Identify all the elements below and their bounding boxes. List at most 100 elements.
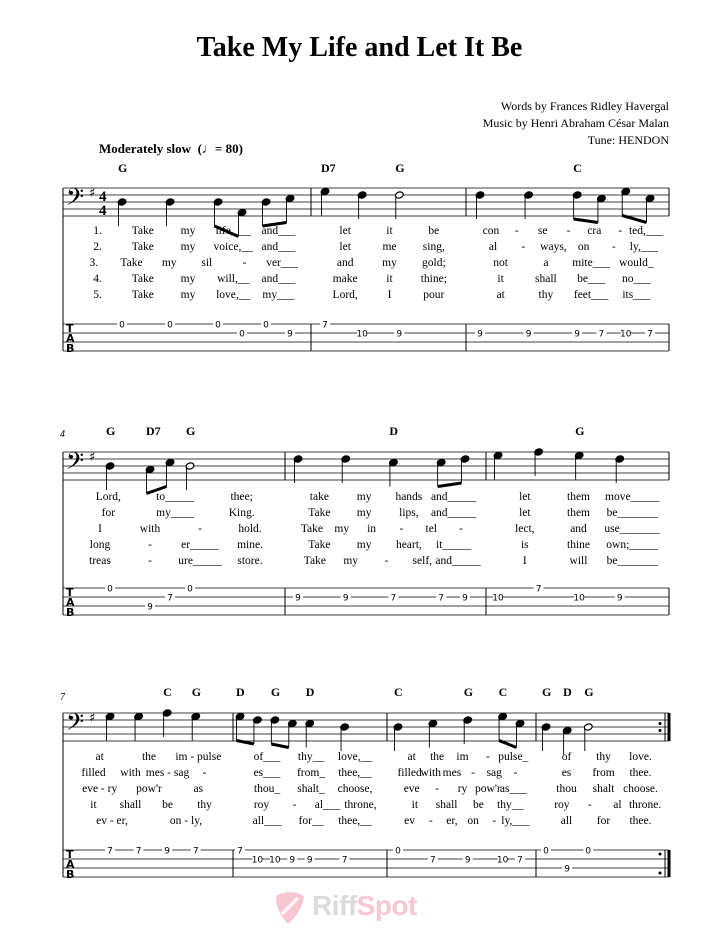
lyric-syllable: -	[435, 783, 439, 795]
lyric-syllable: choose,	[338, 783, 373, 795]
chord-symbol: D	[236, 685, 245, 699]
lyric-syllable: store.	[237, 555, 262, 567]
lyric-syllable: my___	[262, 289, 294, 301]
lyric-syllable: Take	[132, 241, 154, 253]
lyric-syllable: al	[613, 799, 621, 811]
tab-fret-number: 9	[307, 856, 313, 866]
lyric-syllable: Lord,	[96, 491, 121, 503]
lyric-syllable: my	[181, 241, 196, 253]
tab-fret-number: 9	[147, 603, 153, 613]
lyric-syllable: -	[588, 799, 592, 811]
tab-fret-number: 0	[543, 847, 549, 857]
lyric-syllable: love,__	[338, 751, 372, 763]
lyric-syllable: al___	[315, 799, 341, 811]
tab-clef-letter: B	[66, 868, 74, 881]
lyric-syllable: the	[142, 751, 156, 763]
lyric-syllable: Take	[132, 289, 154, 301]
lyric-syllable: ly,___	[501, 815, 530, 827]
lyric-syllable: sil	[201, 257, 212, 269]
tab-fret-number: 0	[215, 321, 221, 331]
lyric-syllable: thy	[197, 799, 212, 811]
lyric-syllable: self,	[413, 555, 433, 567]
tab-fret-number: 9	[526, 330, 532, 340]
tab-fret-number: 7	[167, 594, 173, 604]
tab-fret-number: 0	[239, 330, 245, 340]
lyric-syllable: at	[96, 751, 105, 763]
watermark-text: RiffSpot	[312, 890, 417, 921]
tab-repeat-dot	[658, 852, 662, 856]
lyric-syllable: ver___	[266, 257, 298, 269]
lyric-syllable: -	[515, 225, 519, 237]
tab-fret-number: 7	[391, 594, 397, 604]
chord-symbol: C	[394, 685, 403, 699]
lyric-syllable: gold;	[422, 257, 446, 269]
lyric-syllable: I	[388, 289, 392, 301]
lyric-syllable: thou	[556, 783, 577, 795]
lyric-syllable: -	[148, 539, 152, 551]
lyric-syllable: make	[333, 273, 358, 285]
lyric-syllable: with	[421, 767, 442, 779]
lyric-syllable: will	[570, 555, 588, 567]
tab-fret-number: 7	[136, 847, 142, 857]
tab-fret-number: 9	[396, 330, 402, 340]
lyric-syllable: my	[382, 257, 397, 269]
chord-symbol: G	[464, 685, 473, 699]
lyric-syllable: -	[513, 767, 517, 779]
guitar-pick-icon	[276, 892, 304, 924]
lyric-syllable: will,__	[217, 273, 250, 285]
tab-fret-number: 7	[647, 330, 653, 340]
lyric-syllable: thee.	[629, 815, 651, 827]
lyric-syllable: my	[162, 257, 177, 269]
tab-fret-number: 7	[536, 585, 542, 595]
lyric-syllable: would_	[619, 257, 654, 269]
lyric-syllable: shall	[120, 799, 142, 811]
lyric-syllable: and___	[261, 225, 295, 237]
lyric-syllable: mes - sag	[146, 767, 190, 779]
lyric-syllable: shall	[535, 273, 557, 285]
lyric-syllable: use_______	[604, 523, 660, 535]
lyric-syllable: -	[148, 555, 152, 567]
lyric-syllable: ted,___	[629, 225, 663, 237]
lyric-syllable: -	[486, 751, 490, 763]
lyric-syllable: thee,__	[338, 815, 372, 827]
tab-fret-number: 9	[617, 594, 623, 604]
beam	[271, 742, 290, 749]
lyric-syllable: from	[592, 767, 614, 779]
lyric-syllable: it	[497, 273, 504, 285]
lyric-syllable: eve	[404, 783, 420, 795]
lyric-syllable: mite___	[572, 257, 610, 269]
key-signature-sharp-icon: ♯	[89, 711, 95, 726]
lyric-syllable: im	[456, 751, 468, 763]
lyric-syllable: pour	[423, 289, 444, 301]
lyric-syllable: mine.	[237, 539, 263, 551]
tab-fret-number: 0	[395, 847, 401, 857]
lyric-syllable: my	[181, 273, 196, 285]
lyric-syllable: con	[483, 225, 500, 237]
lyric-syllable: -	[521, 241, 525, 253]
lyric-syllable: the	[430, 751, 444, 763]
lyric-syllable: it	[412, 799, 419, 811]
lyric-syllable: my	[357, 507, 372, 519]
lyric-syllable: 4.	[93, 273, 102, 285]
lyric-syllable: thy	[596, 751, 611, 763]
lyric-syllable: 3.	[90, 257, 99, 269]
lyric-syllable: move_____	[605, 491, 660, 503]
lyric-syllable: be	[162, 799, 173, 811]
chord-symbol: C	[163, 685, 172, 699]
lyric-syllable: -	[243, 257, 247, 269]
lyric-syllable: choose.	[623, 783, 658, 795]
tab-fret-number: 9	[477, 330, 483, 340]
tab-fret-number: 7	[517, 856, 523, 866]
beam	[573, 217, 599, 224]
tab-repeat-dot	[658, 871, 662, 875]
beam	[621, 214, 647, 224]
lyric-syllable: er_____	[181, 539, 219, 551]
lyric-syllable: es	[562, 767, 572, 779]
lyric-syllable: filled	[81, 767, 106, 779]
lyric-syllable: thee,__	[338, 767, 372, 779]
lyric-syllable: al	[489, 241, 497, 253]
tab-fret-number: 10	[492, 594, 504, 604]
lyric-syllable: Take	[120, 257, 142, 269]
lyric-syllable: pulse_	[498, 751, 528, 763]
chord-symbol: D7	[146, 424, 161, 438]
